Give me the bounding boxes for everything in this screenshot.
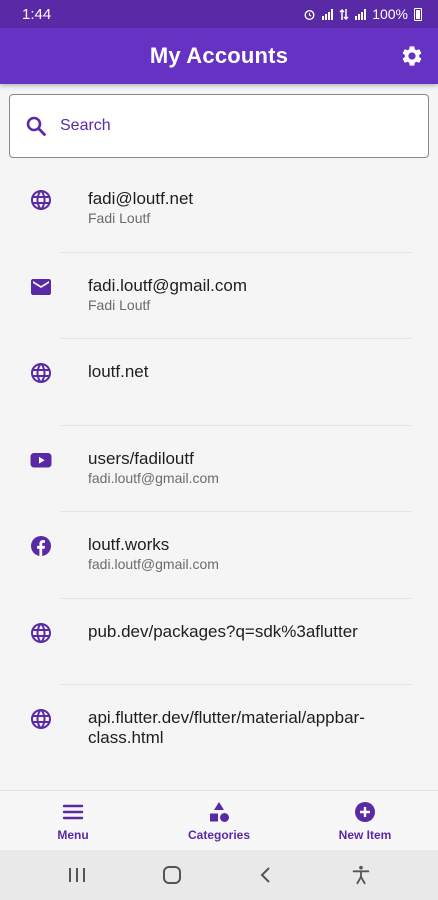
globe-icon [31, 363, 51, 383]
search-box[interactable] [9, 94, 429, 158]
nav-new-item-label: New Item [338, 827, 392, 842]
menu-icon [62, 804, 84, 819]
nav-menu-button[interactable]: Menu [0, 791, 146, 850]
back-icon [260, 867, 270, 883]
account-item[interactable]: users/fadiloutf fadi.loutf@gmail.com [0, 426, 438, 512]
gear-icon [402, 46, 422, 66]
recents-icon [69, 868, 86, 882]
accessibility-icon [352, 865, 369, 885]
account-item[interactable]: fadi@loutf.net Fadi Loutf [0, 166, 438, 253]
account-text: loutf.net [88, 362, 418, 383]
search-icon [24, 113, 50, 139]
account-title: pub.dev/packages?q=sdk%3aflutter [88, 621, 358, 641]
account-title: api.flutter.dev/flutter/material/appbar-… [88, 708, 365, 747]
nav-categories-label: Categories [187, 827, 251, 842]
globe-icon [31, 190, 51, 210]
account-text: fadi@loutf.net Fadi Loutf [88, 189, 418, 227]
status-time: 1:44 [22, 5, 52, 23]
search-input[interactable] [60, 117, 390, 135]
system-navigation-bar [0, 850, 438, 900]
account-item[interactable]: fadi.loutf@gmail.com Fadi Loutf [0, 253, 438, 339]
account-title: users/fadiloutf [88, 448, 194, 468]
page-title: My Accounts [149, 43, 289, 68]
account-text: pub.dev/packages?q=sdk%3aflutter [88, 622, 418, 643]
account-title: fadi.loutf@gmail.com [88, 275, 247, 295]
app-bar: My Accounts [0, 28, 438, 84]
signal-icon-2 [355, 8, 367, 20]
account-text: api.flutter.dev/flutter/material/appbar-… [88, 708, 418, 749]
account-text: fadi.loutf@gmail.com Fadi Loutf [88, 276, 418, 314]
status-icons: 100% [303, 6, 422, 22]
alarm-icon [304, 9, 315, 20]
account-item[interactable]: pub.dev/packages?q=sdk%3aflutter [0, 599, 438, 685]
account-title: loutf.net [88, 362, 149, 381]
battery-percent: 100% [372, 6, 408, 22]
account-item[interactable]: api.flutter.dev/flutter/material/appbar-… [0, 685, 438, 772]
youtube-icon [30, 452, 52, 467]
home-icon [162, 866, 181, 884]
add-circle-icon [355, 801, 375, 822]
mail-icon [31, 278, 51, 295]
account-subtitle: Fadi Loutf [88, 296, 151, 313]
globe-icon [31, 709, 51, 729]
nav-categories-button[interactable]: Categories [146, 791, 292, 850]
facebook-icon [31, 536, 51, 556]
nav-new-item-button[interactable]: New Item [292, 791, 438, 850]
account-title: loutf.works [88, 535, 170, 554]
accessibility-button[interactable] [341, 855, 381, 895]
accounts-list: fadi@loutf.net Fadi Loutf fadi.loutf@gma… [0, 166, 438, 772]
recent-apps-button[interactable] [57, 855, 97, 895]
account-title: fadi@loutf.net [88, 189, 194, 208]
categories-icon [210, 801, 229, 822]
back-button[interactable] [246, 855, 286, 895]
account-subtitle: Fadi Loutf [88, 210, 151, 226]
account-item[interactable]: loutf.net [0, 339, 438, 426]
battery-icon [414, 7, 422, 21]
account-item[interactable]: loutf.works fadi.loutf@gmail.com [0, 512, 438, 599]
nav-menu-label: Menu [57, 827, 89, 842]
bottom-navigation: Menu Categories New Item [0, 790, 438, 850]
settings-button[interactable] [398, 42, 426, 70]
status-bar: 1:44 100% [0, 0, 438, 28]
signal-icon [322, 8, 334, 20]
account-subtitle: fadi.loutf@gmail.com [88, 469, 219, 486]
data-icon [339, 8, 349, 20]
account-text: loutf.works fadi.loutf@gmail.com [88, 535, 418, 573]
account-subtitle: fadi.loutf@gmail.com [88, 556, 219, 572]
account-text: users/fadiloutf fadi.loutf@gmail.com [88, 449, 418, 487]
home-button[interactable] [152, 855, 192, 895]
globe-icon [31, 622, 51, 643]
